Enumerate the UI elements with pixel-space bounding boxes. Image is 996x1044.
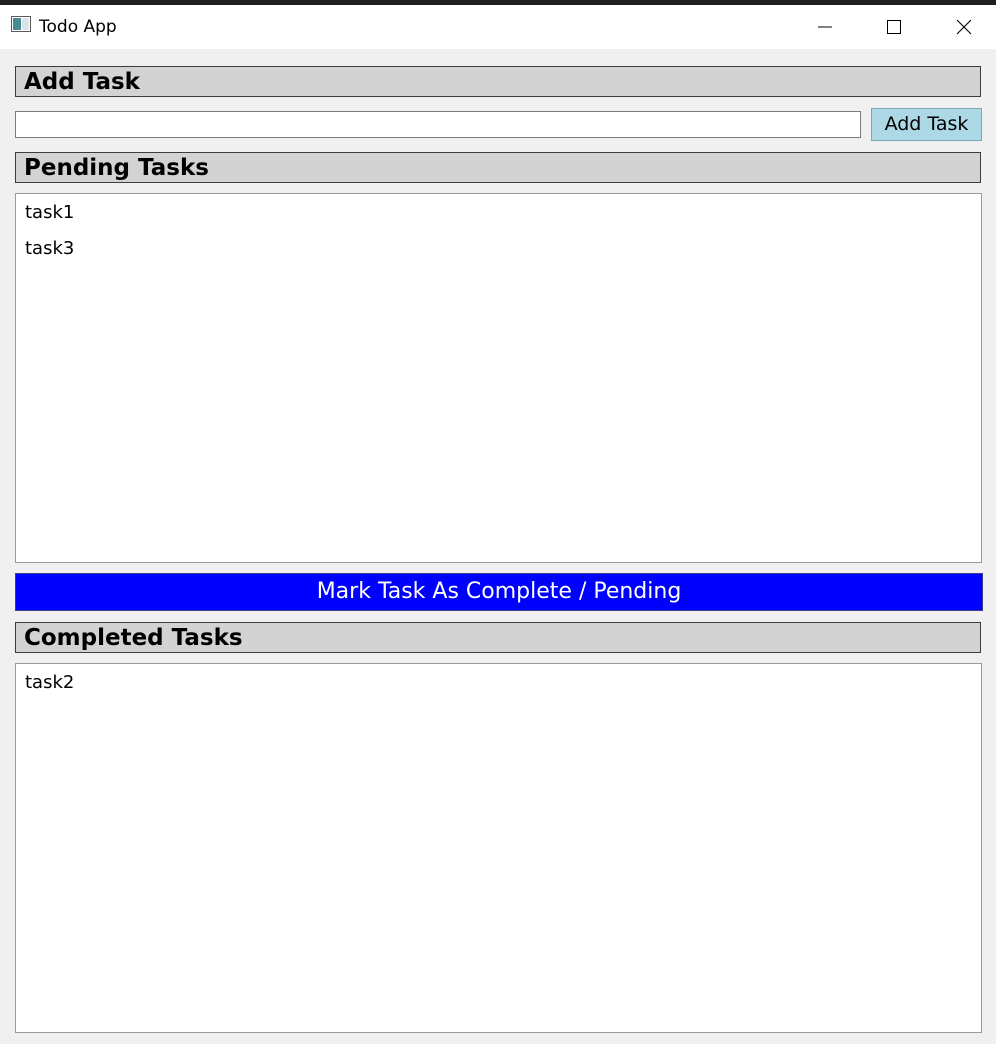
task-input[interactable] [15, 111, 861, 138]
add-task-button[interactable]: Add Task [871, 108, 982, 141]
close-icon [956, 19, 972, 35]
mark-complete-pending-button[interactable]: Mark Task As Complete / Pending [15, 573, 983, 611]
maximize-icon [887, 20, 901, 34]
completed-task-list[interactable]: task2 [15, 663, 982, 1033]
add-task-header: Add Task [15, 66, 981, 97]
close-button[interactable] [929, 5, 996, 49]
completed-tasks-header-label: Completed Tasks [24, 625, 243, 651]
pending-tasks-header-label: Pending Tasks [24, 155, 209, 181]
window-titlebar[interactable]: Todo App [0, 5, 996, 49]
pending-tasks-header: Pending Tasks [15, 152, 981, 183]
completed-task-item[interactable]: task2 [25, 672, 74, 694]
maximize-button[interactable] [859, 5, 929, 49]
pending-task-item[interactable]: task1 [25, 202, 74, 224]
completed-tasks-header: Completed Tasks [15, 622, 981, 653]
window-title: Todo App [39, 17, 117, 37]
app-window-icon [11, 16, 31, 32]
pending-task-list[interactable]: task1 task3 [15, 193, 982, 563]
minimize-icon [818, 26, 832, 28]
pending-task-item[interactable]: task3 [25, 238, 74, 260]
add-task-header-label: Add Task [24, 69, 140, 95]
minimize-button[interactable] [790, 5, 860, 49]
